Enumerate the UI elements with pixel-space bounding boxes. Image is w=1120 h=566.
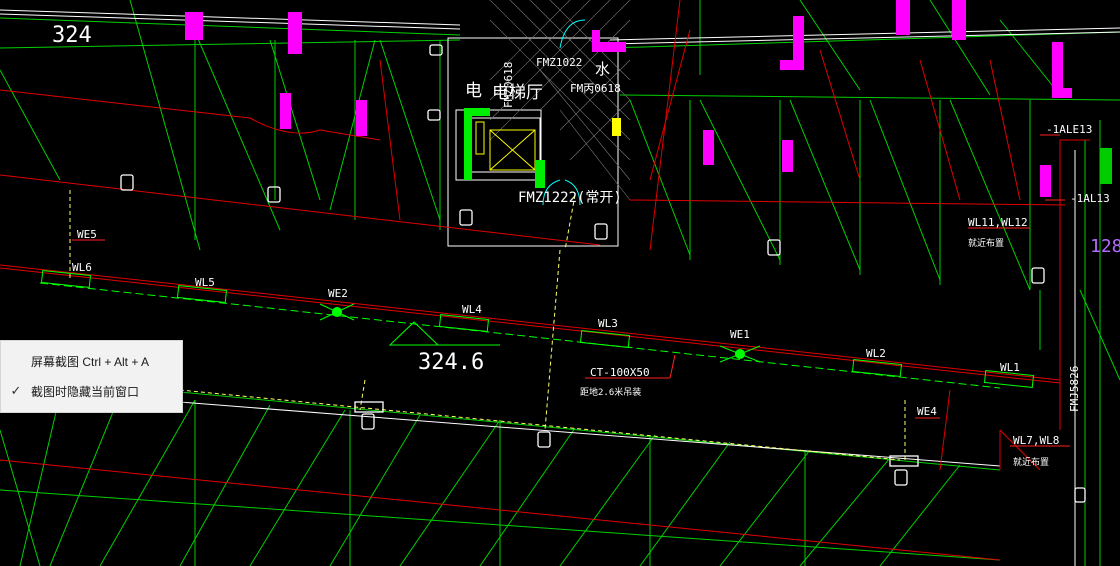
- white-wall-lines: [0, 9, 1120, 566]
- circuit-label-wl4: WL4: [462, 303, 482, 316]
- menu-item-screen-capture[interactable]: 屏幕截图 Ctrl + Alt + A: [1, 349, 182, 373]
- circuit-label-we5: WE5: [77, 228, 97, 241]
- level-label-main: 324.6: [418, 350, 484, 375]
- circuit-label-wl6: WL6: [72, 261, 92, 274]
- check-icon: ✓: [10, 383, 22, 398]
- note-wl7-sub: 就近布置: [1013, 456, 1049, 468]
- elevator-shaft: [475, 121, 536, 171]
- exit-sign: [612, 118, 621, 136]
- screenshot-context-menu: 屏幕截图 Ctrl + Alt + A ✓ 截图时隐藏当前窗口: [0, 340, 183, 413]
- door-label-fmz0618: FMZ0618: [502, 62, 515, 108]
- door-swings: [542, 19, 586, 206]
- menu-item-screen-capture-label: 屏幕截图 Ctrl + Alt + A: [31, 354, 150, 369]
- panel-box: [1100, 148, 1112, 184]
- door-label-fmz1222: FMZ1222(常开): [518, 190, 622, 206]
- door-label-fmj5826: FMJ5826: [1068, 366, 1081, 412]
- circuit-label-we2: WE2: [328, 287, 348, 300]
- tray-spec-label: CT-100X50: [590, 366, 650, 379]
- circuit-label-wl5: WL5: [195, 276, 215, 289]
- room-label-elevator-hall: 电梯厅: [492, 83, 543, 103]
- door-label-fmb0618: FM丙0618: [570, 82, 621, 95]
- tray-note-label: 距地2.6米吊装: [580, 386, 641, 398]
- circuit-label-wl2: WL2: [866, 347, 886, 360]
- panel-label-1ale13: -1ALE13: [1046, 123, 1092, 136]
- we-nodes: [319, 303, 761, 363]
- room-label-water: 水: [595, 60, 610, 78]
- cad-drawing-canvas[interactable]: 324 324.6 128 电梯厅 电 水 FMZ1022 FMZ0618 FM…: [0, 0, 1120, 566]
- circuit-label-we4: WE4: [917, 405, 937, 418]
- circuit-label-we1: WE1: [730, 328, 750, 341]
- room-label-elec: 电: [465, 81, 482, 101]
- red-wiring-lines: [0, 0, 1090, 561]
- circuit-label-wl3: WL3: [598, 317, 618, 330]
- panel-label-1al13: -1AL13: [1070, 192, 1110, 205]
- circuit-label-wl1: WL1: [1000, 361, 1020, 374]
- note-wl11-wl12: WL11,WL12: [968, 216, 1028, 229]
- level-label-top: 324: [52, 23, 92, 48]
- note-wl11-sub: 就近布置: [968, 237, 1004, 249]
- note-wl7-wl8: WL7,WL8: [1013, 434, 1059, 447]
- menu-item-hide-window[interactable]: ✓ 截图时隐藏当前窗口: [1, 379, 182, 403]
- door-label-fmz1022: FMZ1022: [536, 56, 582, 69]
- level-label-right: 128: [1090, 236, 1120, 257]
- menu-item-hide-window-label: 截图时隐藏当前窗口: [31, 384, 140, 399]
- level-marker: [388, 321, 500, 346]
